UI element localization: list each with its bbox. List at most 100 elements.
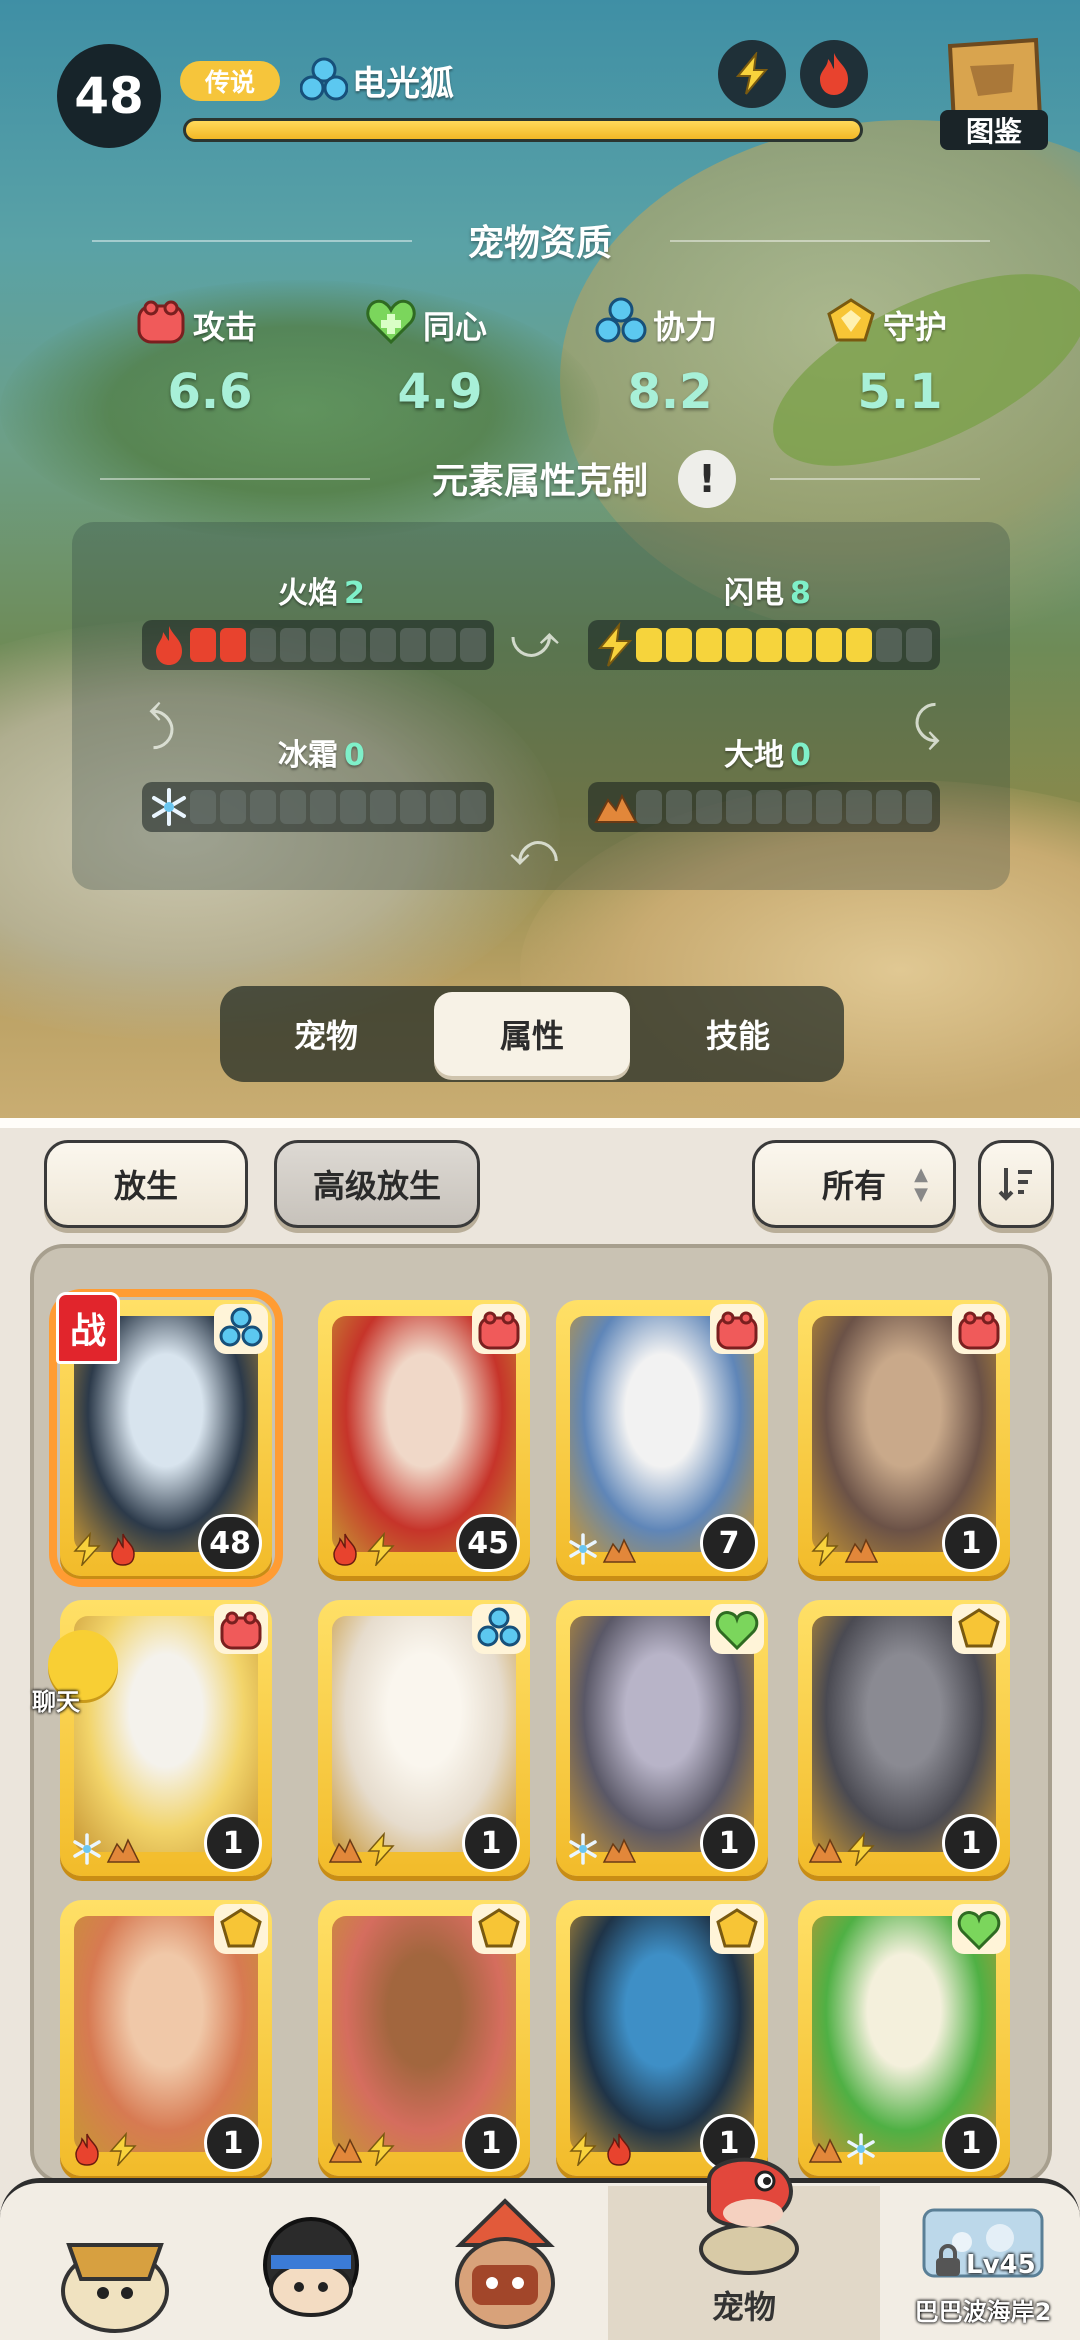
advanced-release-button[interactable]: 高级放生 [274,1140,480,1228]
nav-pets[interactable] [664,2136,834,2286]
green-heart-icon [366,299,416,345]
red-dino-pet-icon [699,2157,799,2275]
detail-tabs: 宠物 属性 技能 [220,986,844,1082]
trait-red-icon [952,1304,1006,1354]
elements-title: 元素属性克制 [431,461,648,502]
gold-shield-icon [827,298,875,342]
trait-blue-icon [214,1304,268,1354]
element-segment [846,628,872,662]
exp-bar [183,118,863,142]
trait-red-icon [214,1604,268,1654]
trait-red-icon [710,1304,764,1354]
filter-value: 所有 [821,1167,886,1205]
element-segment [846,790,872,824]
pet-card[interactable]: 1 [798,1300,1010,1576]
element-segment [876,628,902,662]
pet-level-badge: 1 [942,1814,1000,1872]
pet-name: 电光狐 [352,64,454,104]
release-button[interactable]: 放生 [44,1140,248,1228]
element-segment [906,790,932,824]
pet-level-badge: 48 [57,44,161,148]
battle-tag: 战 [56,1292,120,1364]
pet-card[interactable]: 1 [556,1600,768,1876]
nav-locked-area[interactable]: Lv45 巴巴波海岸2 [900,2200,1066,2340]
pet-card[interactable]: 1 [60,1900,272,2176]
trait-gold-icon [472,1904,526,1954]
pet-card[interactable]: 48 战 [49,1289,283,1587]
fire-type-button[interactable] [800,40,868,108]
earth-icon [594,793,638,823]
element-segment [190,790,216,824]
info-button[interactable]: ! [678,450,736,508]
exp-bar-fill [186,121,860,139]
ice-icon [73,1833,101,1865]
red-claw-icon [137,300,185,344]
filter-dropdown[interactable]: 所有 ▲ ▼ [752,1140,956,1228]
sort-button[interactable] [978,1140,1054,1228]
pet-card[interactable]: 1 [798,1600,1010,1876]
element-segment [340,628,366,662]
fire-icon [111,1533,135,1566]
element-segment [370,790,396,824]
ice-icon [569,1533,597,1565]
chat-button[interactable]: 聊天 [12,1630,122,1740]
element-segment [400,790,426,824]
element-segment [340,790,366,824]
nav-character-2[interactable] [226,2190,396,2340]
rarity-badge: 传说 [180,61,280,101]
pet-book-label[interactable]: 图鉴 [940,110,1048,150]
pet-level-badge: 1 [462,1814,520,1872]
element-segment [280,790,306,824]
element-segment [310,790,336,824]
cycle-arrow-icon: ⤻ [510,830,560,884]
tab-attributes[interactable]: 属性 [434,992,630,1076]
stat-value: 8.2 [627,364,713,420]
lightning-type-button[interactable] [718,40,786,108]
pet-card[interactable]: 1 [556,1900,768,2176]
earth-icon [106,1838,140,1863]
nav-character-3[interactable] [420,2190,590,2340]
element-segment [816,790,842,824]
pet-card[interactable]: 45 [318,1300,530,1576]
flame-icon [156,626,182,665]
pet-card[interactable]: 7 [556,1300,768,1576]
cycle-arrow-icon: ⤻ [510,614,560,668]
pet-card[interactable]: 1 [798,1900,1010,2176]
element-segment [220,628,246,662]
element-segment [190,628,216,662]
element-segment [636,790,662,824]
pet-card[interactable]: 1 [318,1600,530,1876]
earth-icon [602,1838,636,1863]
element-segment [906,628,932,662]
nav-character-1[interactable] [30,2190,200,2340]
pet-level-badge: 1 [204,1814,262,1872]
pet-level-badge: 48 [198,1514,262,1572]
pet-level-badge: 45 [456,1514,520,1572]
trait-blue-icon [472,1604,526,1654]
stat-coop: 协力 8.2 [595,296,795,426]
lightning-icon [367,1532,395,1566]
element-segment [666,628,692,662]
locked-place: 巴巴波海岸2 [914,2298,1052,2326]
tab-skills[interactable]: 技能 [640,992,836,1076]
element-segment [786,790,812,824]
element-segment [876,790,902,824]
element-segment [756,790,782,824]
lightning-icon [569,2132,597,2166]
tab-pet[interactable]: 宠物 [228,992,424,1076]
fire-icon [333,1533,357,1566]
element-segment [250,790,276,824]
trait-gold-icon [710,1904,764,1954]
pet-elements [70,1532,140,1566]
pet-elements [566,2132,636,2166]
pet-card[interactable]: 1 [318,1900,530,2176]
stat-attack: 攻击 6.6 [135,296,335,426]
element-ice-bar [142,782,494,832]
element-segment [666,790,692,824]
pet-elements [70,2132,140,2166]
earth-icon [328,2138,362,2163]
pet-elements [808,1532,878,1566]
stat-label: 同心 [423,308,488,346]
pet-level-badge: 1 [942,2114,1000,2172]
element-segment [696,628,722,662]
